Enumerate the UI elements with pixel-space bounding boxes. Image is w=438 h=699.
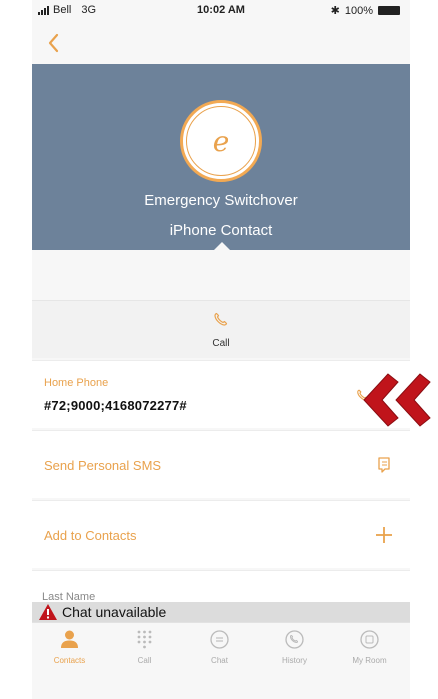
battery-percent: 100% (344, 4, 373, 17)
tab-history[interactable]: History (257, 623, 332, 673)
nav-bar (32, 22, 410, 64)
sms-icon[interactable] (374, 455, 394, 475)
phone-screen: Bell 3G 10:02 AM ✱ 100% e Emergency Swit… (32, 0, 410, 699)
room-icon (360, 630, 379, 649)
tab-label: Contacts (53, 656, 86, 665)
tab-label: Chat (211, 656, 228, 665)
plus-icon[interactable] (374, 525, 394, 545)
call-button[interactable]: Call (32, 300, 410, 358)
status-bar: Bell 3G 10:02 AM ✱ 100% (32, 0, 410, 22)
tab-my-room[interactable]: My Room (332, 623, 407, 673)
bluetooth-icon: ✱ (330, 5, 340, 17)
tab-label: My Room (352, 656, 387, 665)
avatar: e (180, 100, 262, 182)
tab-label: History (282, 656, 307, 665)
home-phone-label: Home Phone (44, 377, 109, 389)
contact-name: Emergency Switchover (144, 192, 298, 209)
send-sms-label: Send Personal SMS (44, 458, 162, 473)
battery-icon (378, 6, 400, 15)
history-icon (285, 630, 304, 649)
chat-unavailable-text: Chat unavailable (62, 604, 167, 620)
home-phone-value: #72;9000;4168072277# (44, 398, 187, 413)
contacts-icon (61, 630, 78, 648)
tab-call[interactable]: Call (107, 623, 182, 673)
chat-icon (210, 630, 229, 649)
call-label: Call (212, 338, 230, 349)
add-to-contacts-label: Add to Contacts (44, 528, 137, 543)
battery-info: ✱ 100% (331, 4, 400, 17)
send-sms-row[interactable]: Send Personal SMS (32, 430, 410, 498)
home-phone-row[interactable]: Home Phone #72;9000;4168072277# (32, 360, 410, 428)
dialpad-icon (137, 630, 152, 649)
warning-icon (39, 604, 57, 620)
avatar-initial: e (186, 106, 256, 176)
header-pointer (214, 242, 230, 250)
tab-chat[interactable]: Chat (182, 623, 257, 673)
back-chevron-icon[interactable] (40, 28, 70, 58)
chat-unavailable-banner: Chat unavailable (32, 602, 410, 622)
tab-contacts[interactable]: Contacts (32, 623, 107, 673)
contact-header: e Emergency Switchover iPhone Contact (32, 64, 410, 250)
add-to-contacts-row[interactable]: Add to Contacts (32, 500, 410, 568)
tab-bar: Contacts Call Chat History My Room (32, 622, 410, 699)
contact-source: iPhone Contact (169, 222, 273, 239)
red-arrow-annotation-icon (363, 373, 431, 427)
phone-icon (214, 312, 228, 326)
tab-label: Call (137, 656, 152, 665)
